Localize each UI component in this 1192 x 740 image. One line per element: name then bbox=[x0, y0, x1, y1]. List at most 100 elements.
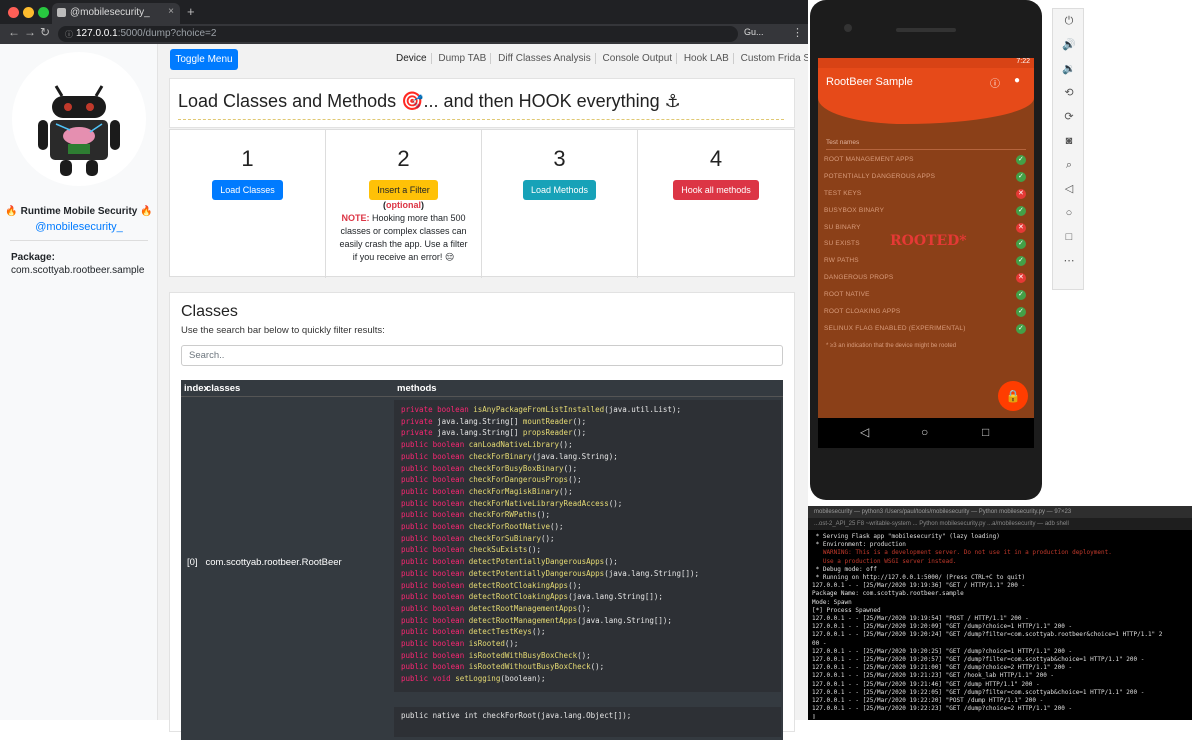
twitter-handle-link[interactable]: @mobilesecurity_ bbox=[0, 221, 158, 233]
page-title: Load Classes and Methods 🎯... and then H… bbox=[178, 91, 681, 111]
back-icon[interactable]: ◁ bbox=[860, 425, 869, 439]
check-root-fab-icon[interactable]: 🔒 bbox=[998, 381, 1028, 411]
check-label: SU BINARY bbox=[824, 223, 861, 231]
forward-icon[interactable]: → bbox=[24, 25, 36, 39]
load-methods-button[interactable]: Load Methods bbox=[522, 180, 597, 200]
rotate-left-icon[interactable]: ⟲ bbox=[1053, 81, 1085, 105]
list-header: Test names bbox=[826, 136, 1026, 150]
check-pass-icon: ✓ bbox=[1016, 171, 1026, 182]
check-label: POTENTIALLY DANGEROUS APPS bbox=[824, 172, 936, 180]
check-item: BUSYBOX BINARY ✓ bbox=[824, 203, 1028, 220]
header-card: Load Classes and Methods 🎯... and then H… bbox=[169, 78, 795, 128]
terminal-line: * Debug mode: off bbox=[812, 565, 878, 573]
terminal-line: 127.0.0.1 - - [25/Mar/2020 19:22:20] "PO… bbox=[812, 697, 1044, 705]
address-bar[interactable]: ⓘ 127.0.0.1:5000/dump?choice=2 bbox=[58, 26, 738, 42]
method-line: public boolean isRootedWithBusyBoxCheck(… bbox=[401, 650, 591, 660]
browser-menu-icon[interactable]: ⋮ bbox=[792, 26, 803, 39]
top-navigation: Device Dump TAB Diff Classes Analysis Co… bbox=[396, 53, 837, 64]
method-line: public void setLogging(boolean); bbox=[401, 674, 546, 684]
terminal-line: 127.0.0.1 - - [25/Mar/2020 19:21:00] "GE… bbox=[812, 664, 1073, 672]
method-line: private java.lang.String[] mountReader()… bbox=[401, 416, 587, 426]
terminal-line: 127.0.0.1 - - [25/Mar/2020 19:20:57] "GE… bbox=[812, 656, 1145, 664]
step-3: 3 Load Methods bbox=[482, 130, 638, 278]
insert-filter-button[interactable]: Insert a Filter bbox=[369, 180, 438, 200]
volume-up-icon[interactable]: 🔊 bbox=[1053, 33, 1085, 57]
search-input[interactable]: Search.. bbox=[181, 345, 783, 366]
home-icon[interactable]: ○ bbox=[921, 425, 928, 439]
tab-title: @mobilesecurity_ bbox=[70, 7, 150, 18]
method-line: public boolean detectRootCloakingApps(); bbox=[401, 580, 582, 590]
maximize-window-icon[interactable] bbox=[38, 7, 49, 18]
terminal-tabs[interactable]: ...ost-2_API_25 F8 ~writable-system ... … bbox=[808, 518, 1192, 530]
class-name: com.scottyab.rootbeer.RootBeer bbox=[205, 557, 342, 568]
method-line: public boolean checkForRWPaths(); bbox=[401, 510, 551, 520]
emulator-toolbar: ⏻ 🔊 🔉 ⟲ ⟳ ◙ ⌕ ◁ ○ □ ⋯ bbox=[1052, 8, 1084, 290]
recents-icon[interactable]: □ bbox=[982, 425, 989, 439]
nav-diff-classes[interactable]: Diff Classes Analysis bbox=[498, 53, 596, 64]
android-nav-bar: ◁ ○ □ bbox=[818, 418, 1034, 448]
overview-icon[interactable]: □ bbox=[1053, 225, 1085, 249]
minimize-window-icon[interactable] bbox=[23, 7, 34, 18]
close-tab-icon[interactable]: × bbox=[168, 6, 174, 17]
terminal-line: Use a production WSGI server instead. bbox=[812, 557, 957, 565]
nav-dump-tab[interactable]: Dump TAB bbox=[438, 53, 492, 64]
close-window-icon[interactable] bbox=[8, 7, 19, 18]
volume-down-icon[interactable]: 🔉 bbox=[1053, 57, 1085, 81]
github-icon[interactable]: ● bbox=[1014, 75, 1020, 86]
clock: 7:22 bbox=[1016, 58, 1030, 65]
terminal-window: mobilesecurity — python3 /Users/paul/too… bbox=[808, 506, 1192, 720]
load-classes-button[interactable]: Load Classes bbox=[212, 180, 283, 200]
browser-toolbar: ← → ↻ ⓘ 127.0.0.1:5000/dump?choice=2 Gu.… bbox=[0, 24, 808, 44]
package-label: Package: bbox=[11, 252, 55, 263]
speaker-grille bbox=[896, 28, 956, 32]
sidebar: 🔥 Runtime Mobile Security 🔥 @mobilesecur… bbox=[0, 44, 158, 720]
method-line: public boolean isRooted(); bbox=[401, 639, 519, 649]
method-line: public boolean checkForRootNative(); bbox=[401, 522, 564, 532]
check-label: TEST KEYS bbox=[824, 189, 862, 197]
row-index-and-class: [0] com.scottyab.rootbeer.RootBeer bbox=[187, 557, 342, 568]
step-4: 4 Hook all methods bbox=[638, 130, 794, 278]
terminal-line: 00 - bbox=[812, 639, 827, 647]
home-icon[interactable]: ○ bbox=[1053, 201, 1085, 225]
methods-code-block: private boolean isAnyPackageFromListInst… bbox=[394, 400, 781, 692]
column-header-methods: methods bbox=[397, 383, 437, 394]
nav-hook-lab[interactable]: Hook LAB bbox=[683, 53, 734, 64]
back-icon[interactable]: ◁ bbox=[1053, 177, 1085, 201]
browser-tab[interactable]: @mobilesecurity_ × bbox=[52, 3, 180, 24]
check-label: ROOT CLOAKING APPS bbox=[824, 308, 901, 316]
power-icon[interactable]: ⏻ bbox=[1053, 9, 1085, 33]
check-label: SELINUX FLAG ENABLED (EXPERIMENTAL) bbox=[824, 324, 966, 332]
method-line: public boolean detectPotentiallyDangerou… bbox=[401, 557, 618, 567]
back-icon[interactable]: ← bbox=[8, 25, 20, 39]
rotate-right-icon[interactable]: ⟳ bbox=[1053, 105, 1085, 129]
terminal-line: [*] Process Spawned bbox=[812, 606, 881, 614]
screenshot-icon[interactable]: ◙ bbox=[1053, 129, 1085, 153]
divider bbox=[10, 240, 148, 241]
nav-device[interactable]: Device bbox=[396, 53, 432, 64]
nav-console-output[interactable]: Console Output bbox=[602, 53, 678, 64]
section-description: Use the search bar below to quickly filt… bbox=[181, 325, 385, 336]
android-logo bbox=[12, 52, 146, 186]
hook-all-methods-button[interactable]: Hook all methods bbox=[673, 180, 759, 200]
check-pass-icon: ✓ bbox=[1016, 239, 1026, 250]
check-label: ROOT MANAGEMENT APPS bbox=[824, 156, 914, 163]
step-1: 1 Load Classes bbox=[170, 130, 326, 278]
method-line: public boolean checkForBinary(java.lang.… bbox=[401, 451, 618, 461]
github-favicon-icon bbox=[57, 8, 66, 17]
check-pass-icon: ✓ bbox=[1016, 155, 1026, 165]
reload-icon[interactable]: ↻ bbox=[40, 25, 50, 39]
browser-tab-bar: @mobilesecurity_ × + bbox=[0, 0, 808, 24]
more-icon[interactable]: ⋯ bbox=[1053, 249, 1085, 273]
zoom-icon[interactable]: ⌕ bbox=[1053, 153, 1085, 177]
step-2: 2 Insert a Filter (optional) NOTE: Hooki… bbox=[326, 130, 482, 278]
account-button[interactable]: Gu... bbox=[744, 27, 764, 37]
table-row[interactable]: [0] com.scottyab.rootbeer.RootBeer priva… bbox=[181, 397, 783, 737]
info-icon[interactable]: ⓘ bbox=[990, 75, 1000, 90]
new-tab-icon[interactable]: + bbox=[187, 4, 195, 19]
method-line: public boolean detectRootCloakingApps(ja… bbox=[401, 592, 663, 602]
terminal-line: 127.0.0.1 - - [25/Mar/2020 19:21:46] "GE… bbox=[812, 680, 1040, 688]
check-item: ROOT NATIVE ✓ bbox=[824, 287, 1028, 304]
check-item: TEST KEYS ✕ bbox=[824, 186, 1028, 203]
toggle-menu-button[interactable]: Toggle Menu bbox=[170, 49, 238, 70]
method-line: public boolean detectRootManagementApps(… bbox=[401, 603, 591, 613]
